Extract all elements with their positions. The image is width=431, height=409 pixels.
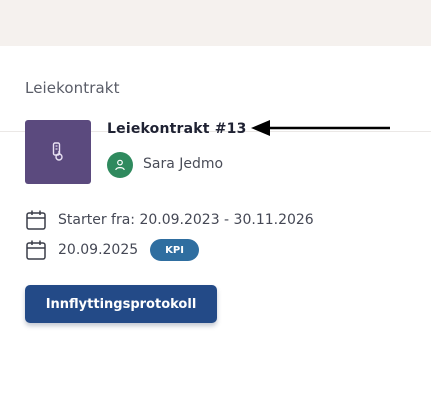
contract-period-text: Starter fra: 20.09.2023 - 30.11.2026 [58, 212, 314, 228]
calendar-icon [26, 210, 46, 230]
move-in-protocol-button[interactable]: Innflyttingsprotokoll [25, 285, 217, 323]
arrow-left-icon [251, 120, 390, 136]
adjustment-date-row: 20.09.2025 KPI [25, 239, 199, 261]
person-icon [115, 159, 125, 171]
contract-title[interactable]: Leiekontrakt #13 [107, 121, 247, 137]
tenant-name[interactable]: Sara Jedmo [143, 156, 223, 172]
adjustment-date-text: 20.09.2025 [58, 242, 139, 258]
thermometer-icon [52, 142, 63, 161]
kpi-badge: KPI [150, 239, 199, 261]
contract-period-row: Starter fra: 20.09.2023 - 30.11.2026 [25, 209, 314, 231]
avatar [107, 152, 133, 178]
calendar-icon [26, 240, 46, 260]
card-title: Leiekontrakt [25, 79, 120, 97]
contract-thumbnail[interactable] [25, 120, 91, 184]
page-background-band [0, 0, 431, 46]
